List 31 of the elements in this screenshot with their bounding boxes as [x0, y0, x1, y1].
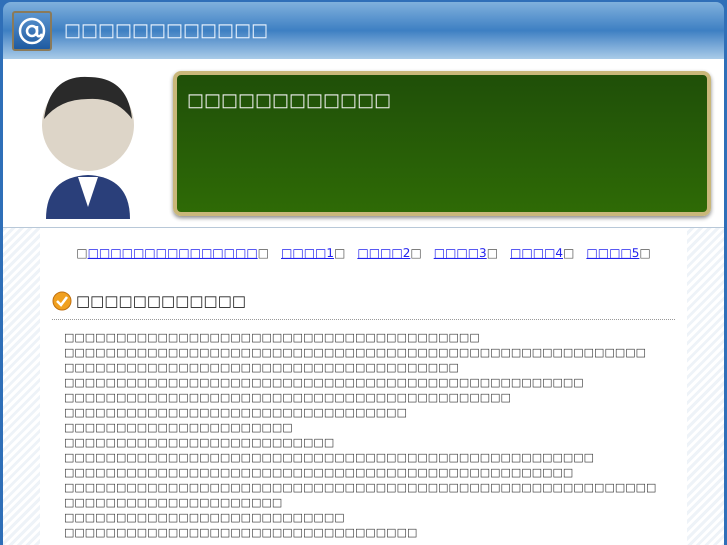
nav-link[interactable]: □□□□4	[510, 244, 564, 262]
body-text: □□□□□□□□□□□□□□□□□□□□□□□□□□□□□□□□□	[64, 404, 408, 420]
body-text: □□□□□□□□□□□□□□□□□□□□□□□□□□□□□□□□□□□□□□	[64, 360, 460, 374]
nav-link[interactable]: □□□□□□□□□□□□□□□	[88, 244, 258, 262]
body-text: □□□□□□□□□□□□□□□□□□□□□□□□□□□□□□□□□□	[64, 524, 418, 540]
at-sign-icon	[12, 10, 52, 50]
bracket-mark: □	[563, 245, 574, 262]
bracket-mark: □	[639, 245, 651, 262]
site-title: □□□□□□□□□□□□	[64, 22, 268, 40]
body-text: □□□□□□□□□□□□□□□□□□□□□□□□□□□□□□□□□□□□□□□□□□□□□□□□□	[64, 464, 574, 480]
body-text: □□□□□□□□□□□□□□□□□□□□□□□□□□□	[64, 510, 346, 524]
body-text: □□□□□□□□□□□□□□□□□□□□□□□□□□□□□□□□□□□□□□□□□□□□□□□□□□□□□□□□□□□□□□□□□□□□□□□□□□□□□□	[64, 480, 658, 510]
bracket-mark: □	[334, 245, 346, 262]
body-text: □□□□□□□□□□□□□□□□□□□□□□□□□□□□□□□□□□□□□□□□□□□□□□□□□□	[64, 374, 585, 390]
nav-link[interactable]: □□□□5	[586, 244, 640, 262]
checkmark-icon	[52, 291, 72, 312]
section-heading: □□□□□□□□□□□□	[76, 291, 246, 312]
body-text: □□□□□□□□□□□□□□□□□□□□□□□□□□□□□□□□□□□□□□□□□□□	[64, 390, 512, 404]
nav-link[interactable]: □□□□2	[357, 244, 410, 262]
body-text: □□□□□□□□□□□□□□□□□□□□□□□□□□□□□□□□□□□□□□□□	[64, 330, 481, 344]
body-text: □□□□□□□□□□□□□□□□□□□□□□	[64, 420, 294, 434]
bracket-mark: □	[76, 245, 88, 262]
chalkboard-text: □□□□□□□□□□□□	[187, 90, 392, 110]
bracket-mark: □	[486, 245, 498, 262]
bracket-mark: □	[258, 245, 270, 262]
body-text: □□□□□□□□□□□□□□□□□□□□□□□□□□□□□□□□□□□□□□□□□□□□□□□□□□□	[64, 450, 596, 464]
body-text: □□□□□□□□□□□□□□□□□□□□□□□□□□	[64, 434, 336, 450]
bracket-mark: □	[410, 245, 422, 262]
nav-link[interactable]: □□□□1	[281, 244, 334, 262]
body-text: □□□□□□□□□□□□□□□□□□□□□□□□□□□□□□□□□□□□□□□□□□□□□□□□□□□□□□□□	[64, 344, 648, 360]
nav-link[interactable]: □□□□3	[434, 244, 487, 262]
